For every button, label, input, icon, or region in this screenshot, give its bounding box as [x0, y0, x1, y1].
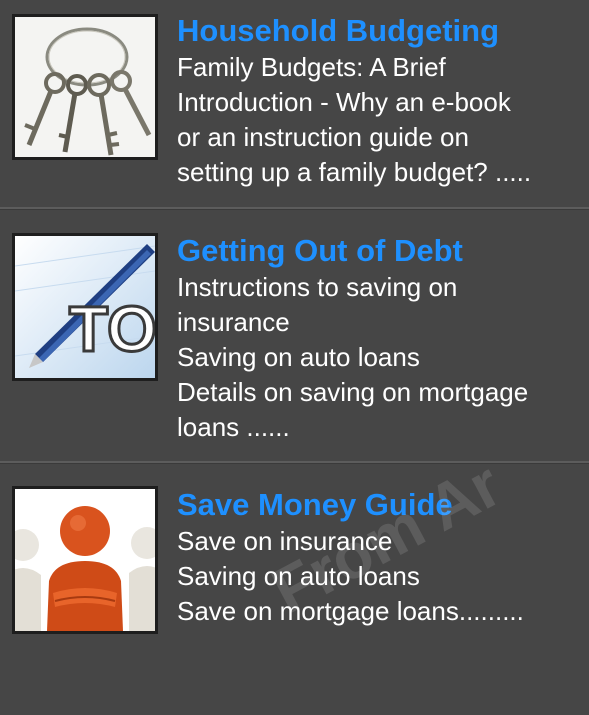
thumbnail-lettering: TO: [69, 293, 155, 365]
item-text: Household Budgeting Family Budgets: A Br…: [177, 12, 582, 190]
description-line: Save on mortgage loans.........: [177, 596, 524, 626]
item-title-link[interactable]: Save Money Guide: [177, 486, 582, 524]
people-thumbnail[interactable]: [12, 486, 158, 634]
item-description: Save on insurance Saving on auto loans S…: [177, 524, 582, 629]
item-text: Getting Out of Debt Instructions to savi…: [177, 232, 582, 445]
todo-thumbnail[interactable]: TO: [12, 233, 158, 381]
description-line: Instructions to saving on: [177, 272, 458, 302]
list-item-household-budgeting[interactable]: Household Budgeting Family Budgets: A Br…: [0, 0, 589, 208]
keys-icon: [15, 17, 155, 157]
item-description: Instructions to saving on insurance Savi…: [177, 270, 582, 445]
item-title-link[interactable]: Getting Out of Debt: [177, 232, 582, 270]
description-line: Saving on auto loans: [177, 561, 420, 591]
item-title-link[interactable]: Household Budgeting: [177, 12, 582, 50]
description-line: Details on saving on mortgage: [177, 377, 529, 407]
list-item-getting-out-of-debt[interactable]: TO Getting Out of Debt Instructions to s…: [0, 210, 589, 462]
list-item-save-money-guide[interactable]: Save Money Guide Save on insurance Savin…: [0, 464, 589, 653]
item-text: Save Money Guide Save on insurance Savin…: [177, 486, 582, 629]
people-figures-icon: [15, 489, 155, 631]
description-line: or an instruction guide on: [177, 122, 469, 152]
keys-thumbnail[interactable]: [12, 14, 158, 160]
article-list: Household Budgeting Family Budgets: A Br…: [0, 0, 589, 653]
description-line: Introduction - Why an e-book: [177, 87, 511, 117]
description-line: Family Budgets: A Brief: [177, 52, 446, 82]
item-description: Family Budgets: A Brief Introduction - W…: [177, 50, 582, 190]
description-line: insurance: [177, 307, 290, 337]
description-line: Save on insurance: [177, 526, 393, 556]
description-line: Saving on auto loans: [177, 342, 420, 372]
description-line: loans ......: [177, 412, 290, 442]
todo-list-icon: TO: [15, 236, 155, 378]
description-line: setting up a family budget? .....: [177, 157, 532, 187]
